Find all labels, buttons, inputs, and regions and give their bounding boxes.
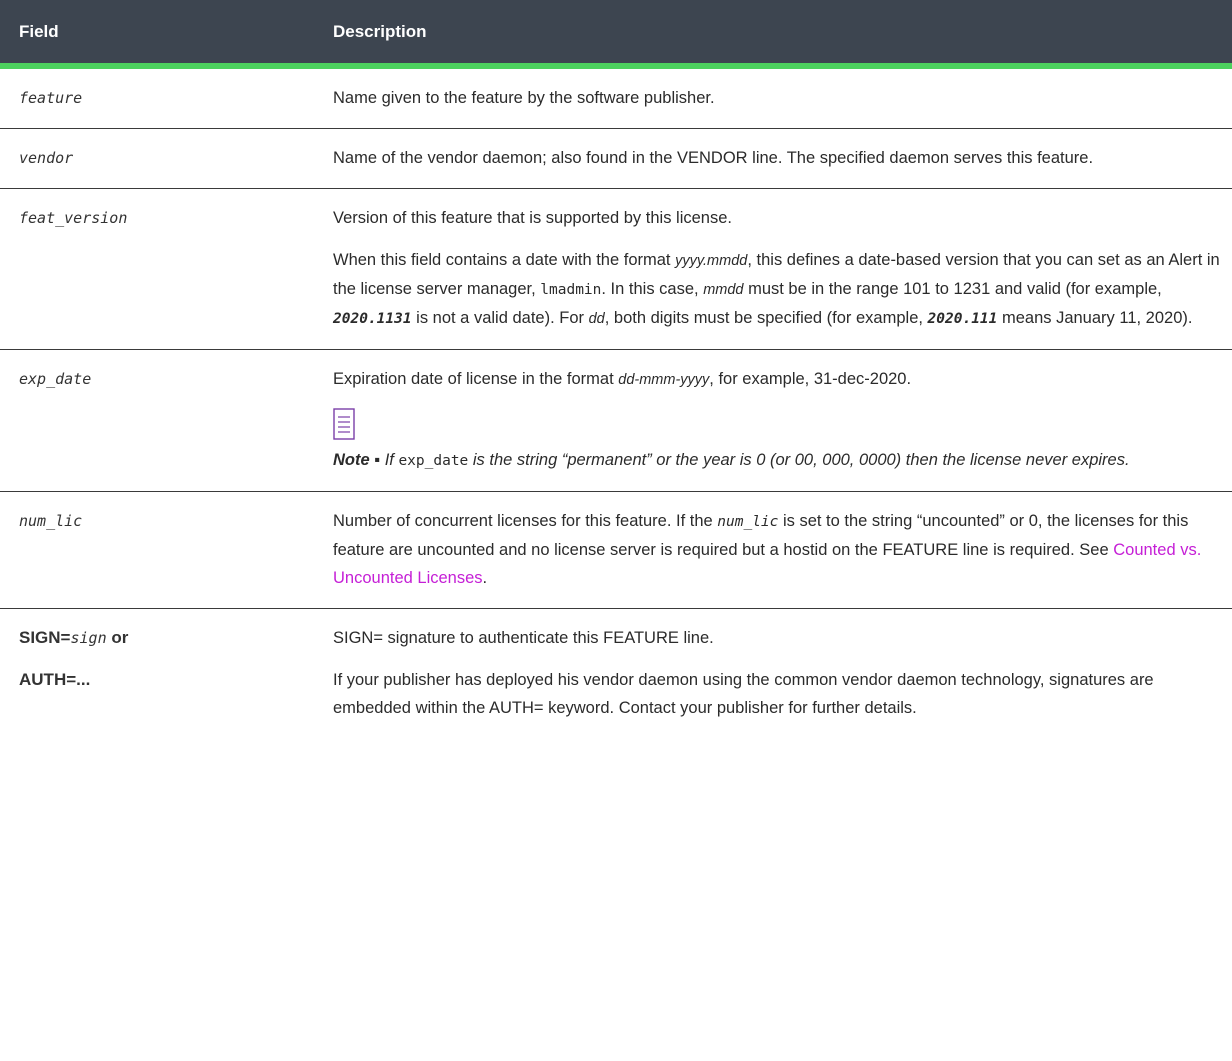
field-name: SIGN=sign or AUTH=... (0, 609, 314, 739)
field-description: Name given to the feature by the softwar… (314, 66, 1232, 129)
text-run: When this field contains a date with the… (333, 251, 676, 269)
license-fields-table: Field Description feature Name given to … (0, 0, 1232, 738)
description-text: Expiration date of license in the format… (333, 365, 1222, 394)
note-text: Note ▪ If exp_date is the string “perman… (333, 446, 1222, 475)
text-run: . In this case, (601, 280, 704, 298)
field-description: SIGN= signature to authenticate this FEA… (314, 609, 1232, 739)
header-description: Description (314, 0, 1232, 69)
description-text: When this field contains a date with the… (333, 246, 1222, 333)
description-text: If your publisher has deployed his vendo… (333, 671, 1154, 717)
text-run: must be in the range 101 to 1231 and val… (743, 280, 1162, 298)
text-run: SIGN= (19, 628, 71, 647)
field-name: num_lic (0, 491, 314, 609)
note-icon (333, 408, 355, 440)
text-run: means January 11, 2020). (997, 309, 1193, 327)
text-run: Number of concurrent licenses for this f… (333, 512, 718, 530)
code-term: 2020.1131 (333, 311, 412, 327)
code-term: 2020.111 (927, 311, 998, 327)
text-run: If (380, 451, 399, 469)
field-description: Version of this feature that is supporte… (314, 188, 1232, 350)
code-term: exp_date (398, 453, 469, 469)
description-text: Name of the vendor daemon; also found in… (333, 149, 1094, 167)
field-line: AUTH=... (19, 670, 91, 689)
table-row: exp_date Expiration date of license in t… (0, 349, 1232, 492)
note-label: Note ▪ (333, 451, 381, 469)
text-run: is the string “permanent” or the year is… (468, 451, 1130, 469)
table-row: num_lic Number of concurrent licenses fo… (0, 491, 1232, 609)
code-term: lmadmin (540, 282, 602, 298)
field-name: feat_version (0, 188, 314, 350)
description-text: SIGN= signature to authenticate this FEA… (333, 629, 714, 647)
text-run: , for example, 31-dec-2020. (709, 370, 912, 388)
field-name: feature (0, 66, 314, 129)
field-description: Name of the vendor daemon; also found in… (314, 128, 1232, 189)
code-term: num_lic (717, 514, 779, 530)
field-description: Number of concurrent licenses for this f… (314, 491, 1232, 609)
description-text: Number of concurrent licenses for this f… (333, 507, 1222, 592)
text-run: sign (70, 629, 107, 647)
field-name: vendor (0, 128, 314, 189)
header-field: Field (0, 0, 314, 69)
table-header-row: Field Description (0, 0, 1232, 69)
field-description: Expiration date of license in the format… (314, 349, 1232, 492)
table-row: feature Name given to the feature by the… (0, 66, 1232, 129)
text-run: or (106, 628, 129, 647)
field-name: exp_date (0, 349, 314, 492)
format-term: dd (588, 311, 605, 327)
text-run: is not a valid date). For (411, 309, 589, 327)
description-text: Name given to the feature by the softwar… (333, 89, 715, 107)
text-run: , both digits must be specified (for exa… (604, 309, 928, 327)
table-row: vendor Name of the vendor daemon; also f… (0, 128, 1232, 189)
format-term: dd-mmm-yyyy (618, 372, 710, 388)
text-run: . (482, 569, 488, 587)
format-term: mmdd (703, 282, 744, 298)
format-term: yyyy.mmdd (675, 253, 748, 269)
table-row: SIGN=sign or AUTH=... SIGN= signature to… (0, 609, 1232, 739)
table-row: feat_version Version of this feature tha… (0, 188, 1232, 350)
text-run: Expiration date of license in the format (333, 370, 619, 388)
field-line: SIGN=sign or (19, 624, 304, 652)
description-text: Version of this feature that is supporte… (333, 209, 732, 227)
